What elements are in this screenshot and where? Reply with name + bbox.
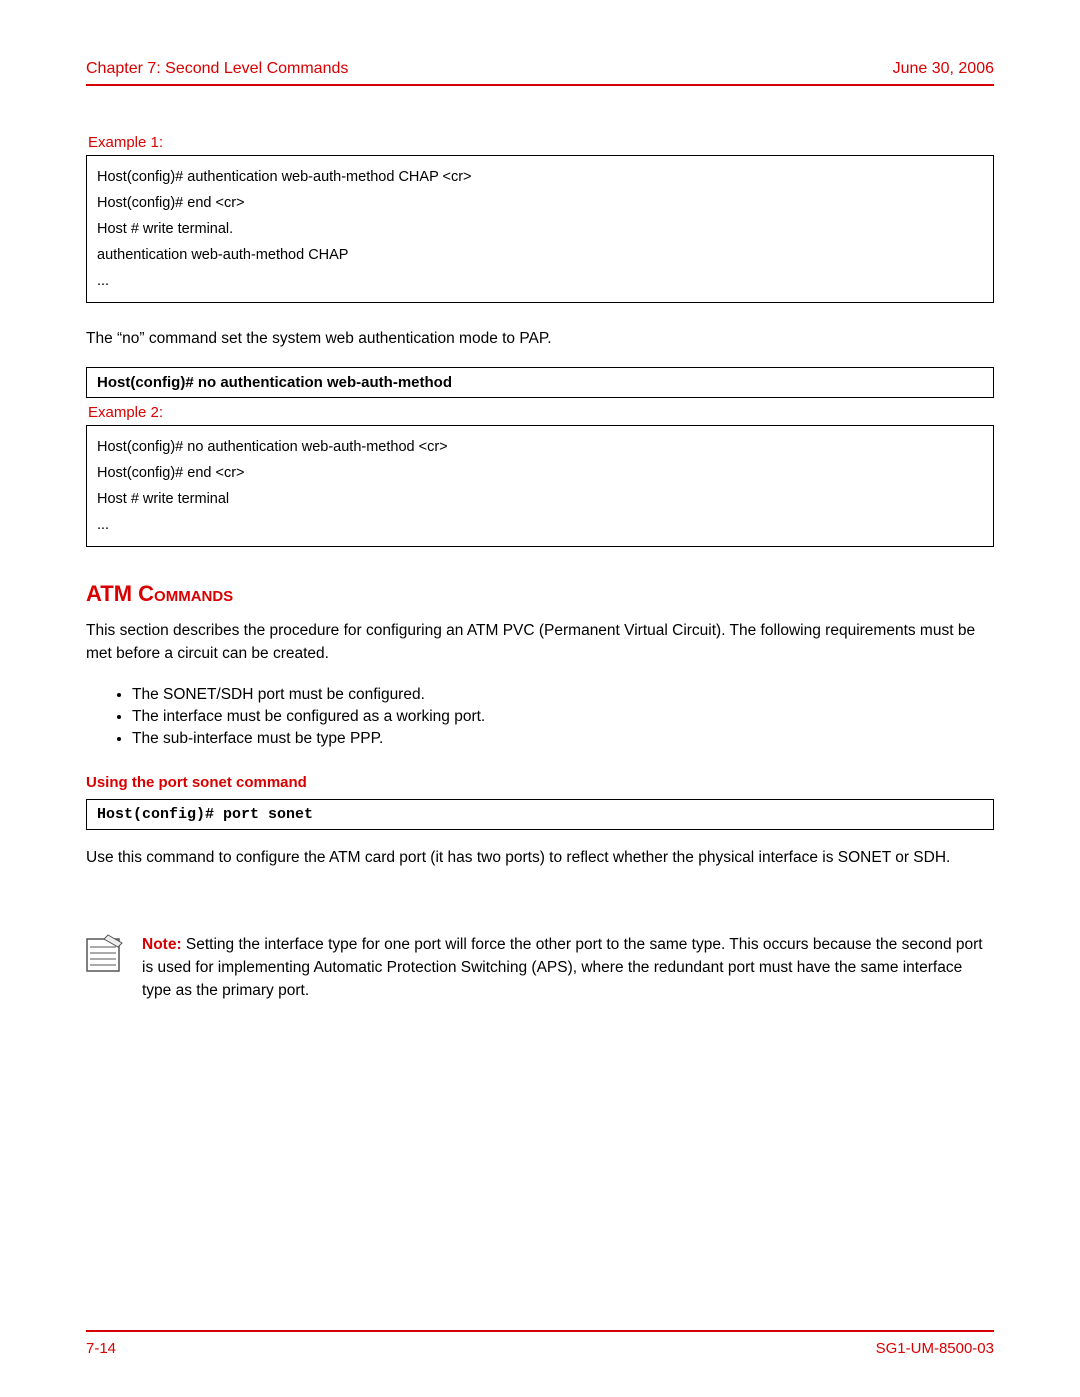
code-line: Host(config)# end <cr> — [97, 460, 983, 486]
code-line: Host # write terminal — [97, 486, 983, 512]
example-2-box: Host(config)# no authentication web-auth… — [86, 425, 994, 547]
document-id: SG1-UM-8500-03 — [876, 1340, 994, 1357]
example-2-label: Example 2: — [88, 404, 994, 421]
page-header: Chapter 7: Second Level Commands June 30… — [86, 60, 994, 84]
note-icon — [86, 933, 124, 973]
no-command-paragraph: The “no” command set the system web auth… — [86, 327, 994, 350]
code-line: ... — [97, 512, 983, 538]
code-line: authentication web-auth-method CHAP — [97, 242, 983, 268]
port-sonet-paragraph: Use this command to configure the ATM ca… — [86, 846, 994, 869]
code-line: Host(config)# no authentication web-auth… — [97, 434, 983, 460]
code-line: Host(config)# end <cr> — [97, 190, 983, 216]
chapter-title: Chapter 7: Second Level Commands — [86, 60, 348, 78]
note-block: Note: Setting the interface type for one… — [86, 933, 994, 1003]
port-sonet-subheading: Using the port sonet command — [86, 774, 994, 791]
list-item: The SONET/SDH port must be configured. — [132, 686, 994, 704]
heading-main: ATM — [86, 581, 132, 606]
heading-sub: Commands — [132, 581, 233, 606]
port-sonet-command-box: Host(config)# port sonet — [86, 799, 994, 830]
example-1-label: Example 1: — [88, 134, 994, 151]
requirements-list: The SONET/SDH port must be configured. T… — [132, 682, 994, 752]
note-text: Note: Setting the interface type for one… — [142, 933, 994, 1003]
header-date: June 30, 2006 — [893, 60, 994, 78]
footer-rule — [86, 1330, 994, 1332]
section-intro-paragraph: This section describes the procedure for… — [86, 619, 994, 666]
code-line: ... — [97, 268, 983, 294]
code-line: Host(config)# authentication web-auth-me… — [97, 164, 983, 190]
list-item: The sub-interface must be type PPP. — [132, 730, 994, 748]
code-line: Host # write terminal. — [97, 216, 983, 242]
no-auth-command-box: Host(config)# no authentication web-auth… — [86, 367, 994, 398]
header-rule — [86, 84, 994, 86]
atm-commands-heading: ATM Commands — [86, 581, 994, 607]
note-label: Note: — [142, 936, 182, 953]
page: Chapter 7: Second Level Commands June 30… — [0, 0, 1080, 1397]
page-number: 7-14 — [86, 1340, 116, 1357]
example-1-box: Host(config)# authentication web-auth-me… — [86, 155, 994, 303]
page-footer: 7-14 SG1-UM-8500-03 — [86, 1330, 994, 1357]
note-body: Setting the interface type for one port … — [142, 936, 983, 1000]
list-item: The interface must be configured as a wo… — [132, 708, 994, 726]
